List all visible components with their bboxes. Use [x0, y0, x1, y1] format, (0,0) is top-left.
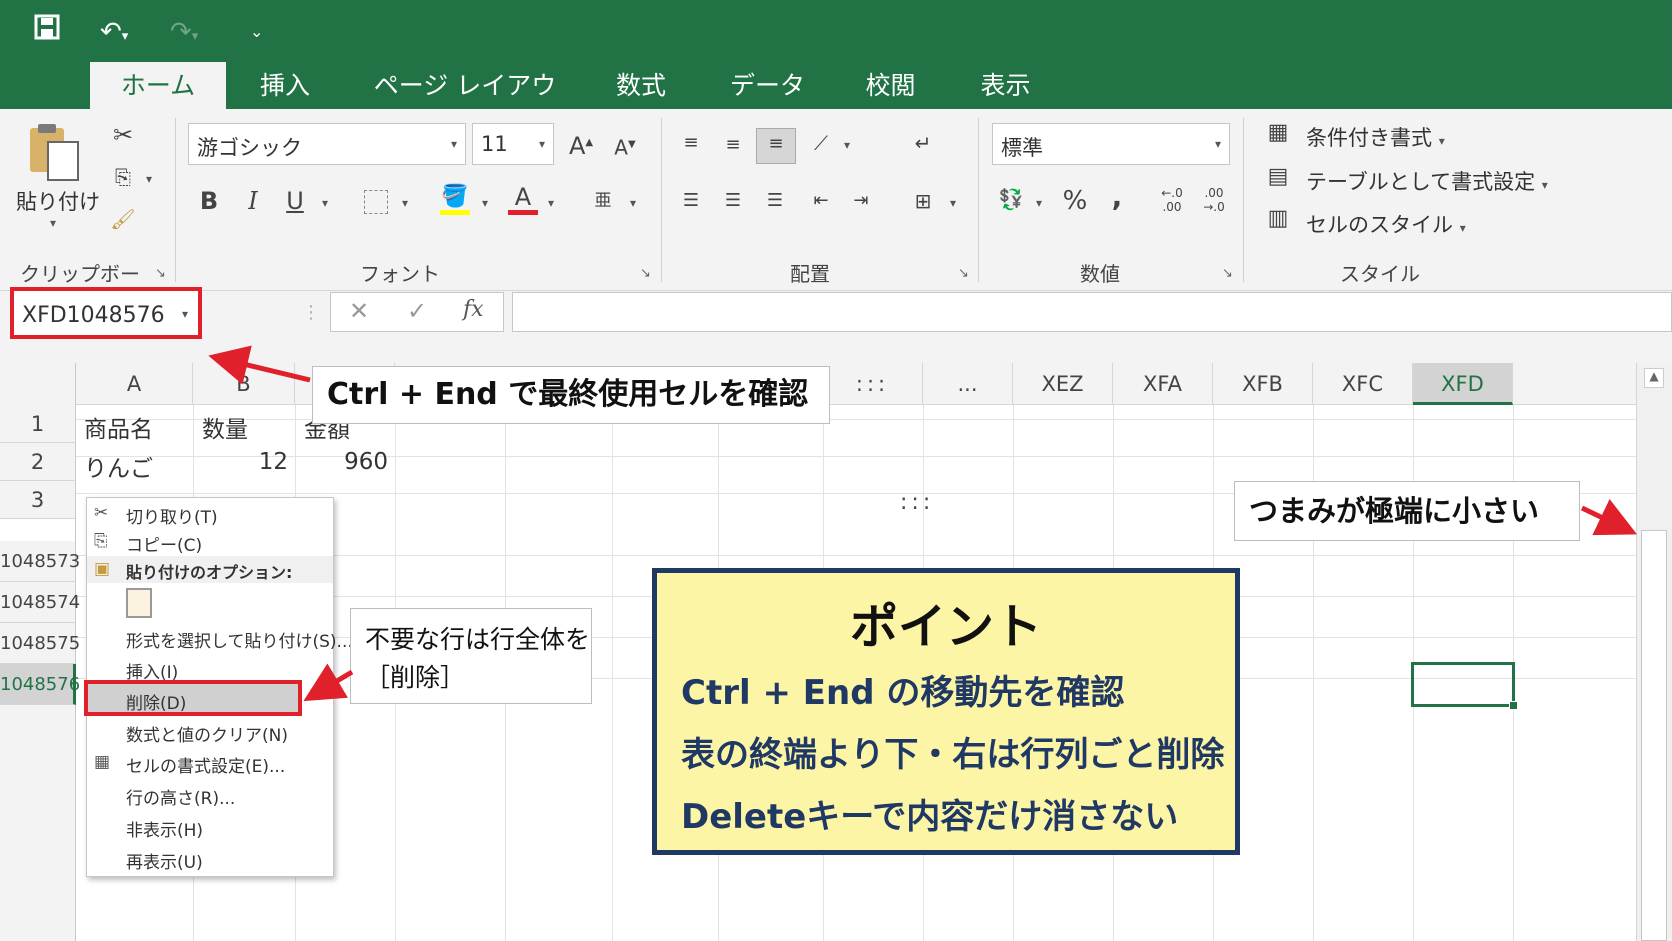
- arrow-to-thumb: [1580, 499, 1638, 536]
- point-box-line1: Ctrl + End の移動先を確認: [681, 673, 1125, 713]
- point-box-line2: 表の終端より下・右は行列ごと削除: [681, 735, 1225, 775]
- point-box-line3: Deleteキーで内容だけ消さない: [681, 797, 1179, 837]
- point-box-title: ポイント: [849, 599, 1042, 655]
- arrow-to-name-box: [208, 345, 311, 385]
- point-box: ポイント Ctrl + End の移動先を確認 表の終端より下・右は行列ごと削除…: [652, 568, 1240, 855]
- arrow-to-delete: [303, 663, 354, 702]
